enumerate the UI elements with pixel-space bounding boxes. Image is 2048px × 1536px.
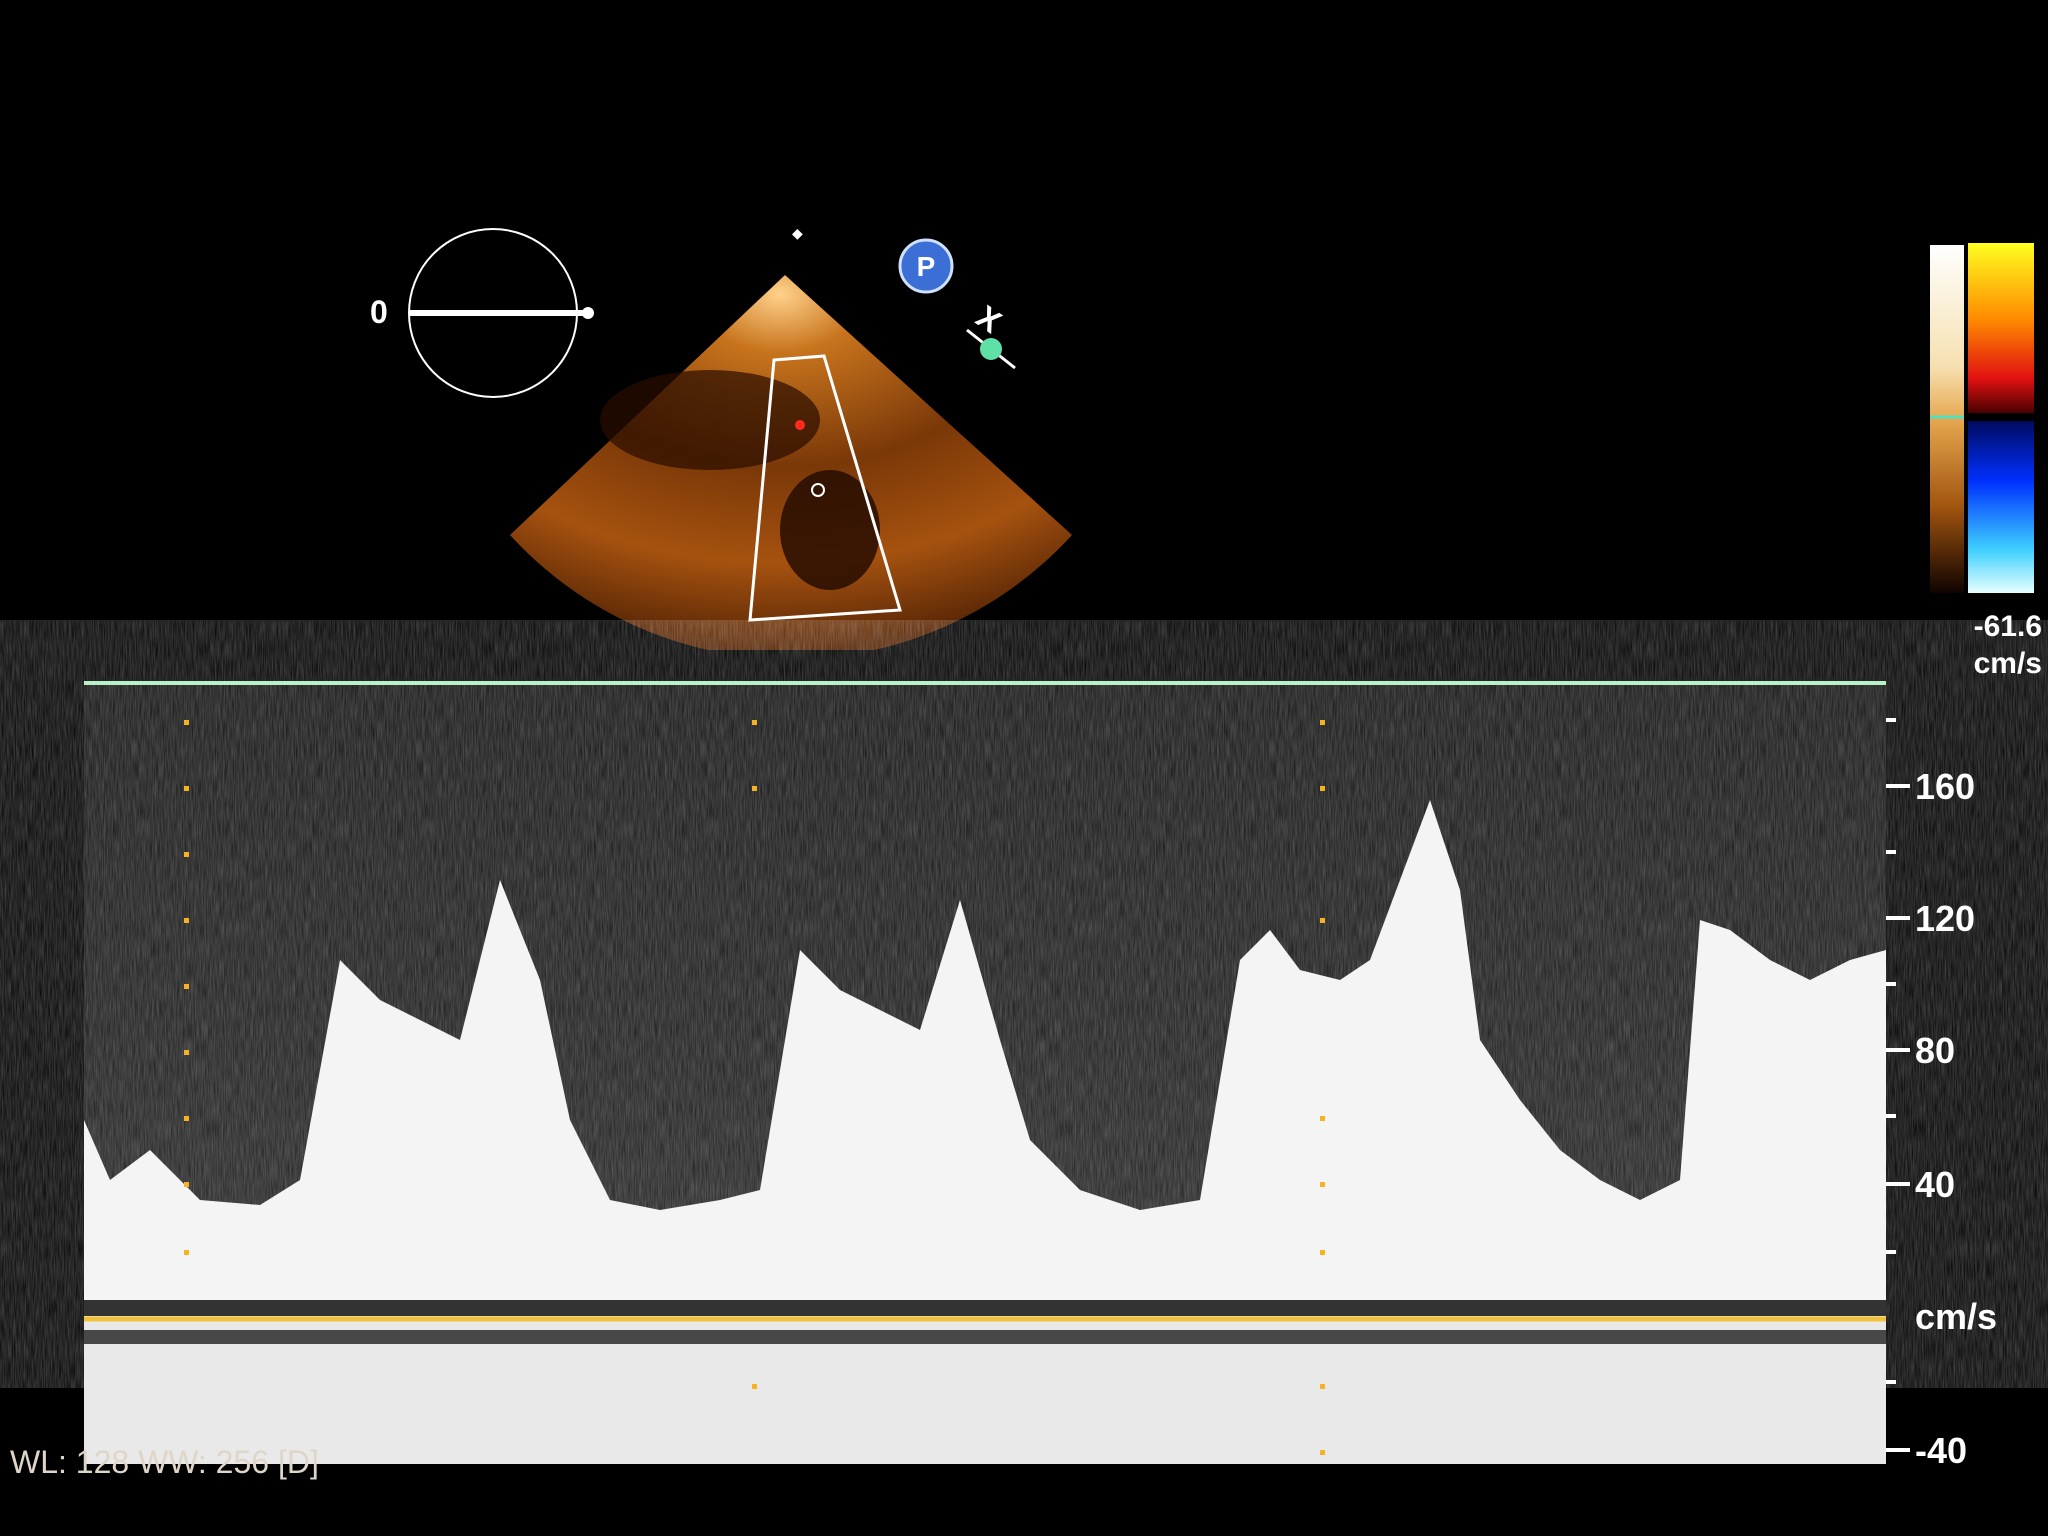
velocity-axis-ticks xyxy=(1886,718,1910,1452)
tick-label-minus-40: -40 xyxy=(1915,1430,1968,1471)
window-level-readout: WL: 128 WW: 256 [D] xyxy=(10,1444,319,1480)
tick-label-160: 160 xyxy=(1915,766,1976,807)
tick-label-120: 120 xyxy=(1915,898,1976,939)
spectral-doppler-trace xyxy=(84,681,1910,1464)
tick-label-40: 40 xyxy=(1915,1164,1956,1205)
tick-label-80: 80 xyxy=(1915,1030,1956,1071)
velocity-axis-unit: cm/s xyxy=(1915,1296,1998,1337)
